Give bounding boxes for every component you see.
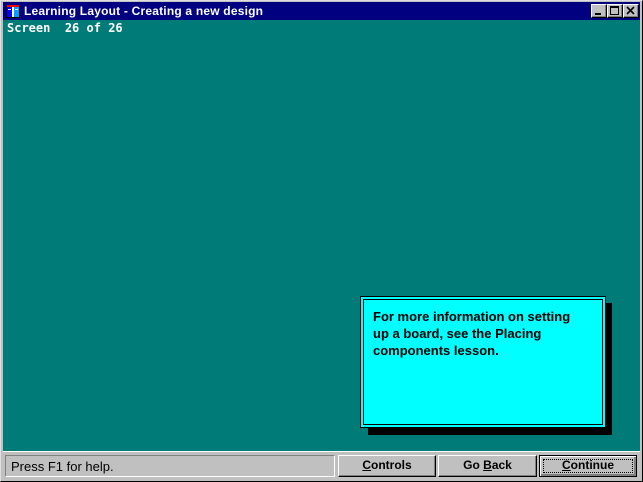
info-line-2: up a board, see the Placing [373, 326, 542, 341]
info-box-inner: For more information on setting up a boa… [363, 299, 603, 425]
minimize-icon [595, 13, 601, 15]
info-box: For more information on setting up a boa… [360, 296, 606, 428]
close-icon [626, 6, 635, 15]
info-line-3: components lesson. [373, 343, 499, 358]
status-field: Press F1 for help. [5, 455, 335, 477]
controls-button-label: Controls [362, 458, 412, 472]
maximize-button[interactable] [607, 4, 623, 18]
status-bar: Press F1 for help. Controls Go Back Cont… [3, 451, 640, 480]
maximize-icon [610, 6, 619, 15]
screen-of: of [86, 21, 101, 35]
go-back-button[interactable]: Go Back [438, 455, 537, 477]
status-text: Press F1 for help. [11, 459, 114, 474]
continue-button-label: Continue [562, 458, 614, 472]
go-back-button-label: Go Back [463, 458, 512, 472]
minimize-button[interactable] [591, 4, 607, 18]
screen-label: Screen [7, 21, 51, 35]
window-title: Learning Layout - Creating a new design [24, 4, 264, 18]
screen-counter: Screen 26 of 26 [7, 21, 123, 35]
close-button[interactable] [623, 4, 639, 18]
app-window: Learning Layout - Creating a new design … [0, 0, 643, 482]
continue-button[interactable]: Continue [539, 455, 637, 477]
lesson-area: Screen 26 of 26 For more information on … [3, 20, 640, 451]
screen-total: 26 [108, 21, 123, 35]
screen-current: 26 [64, 21, 80, 35]
book-icon[interactable] [5, 3, 21, 19]
info-line-1: For more information on setting [373, 309, 571, 324]
controls-button[interactable]: Controls [338, 455, 436, 477]
title-bar[interactable]: Learning Layout - Creating a new design [3, 2, 640, 20]
